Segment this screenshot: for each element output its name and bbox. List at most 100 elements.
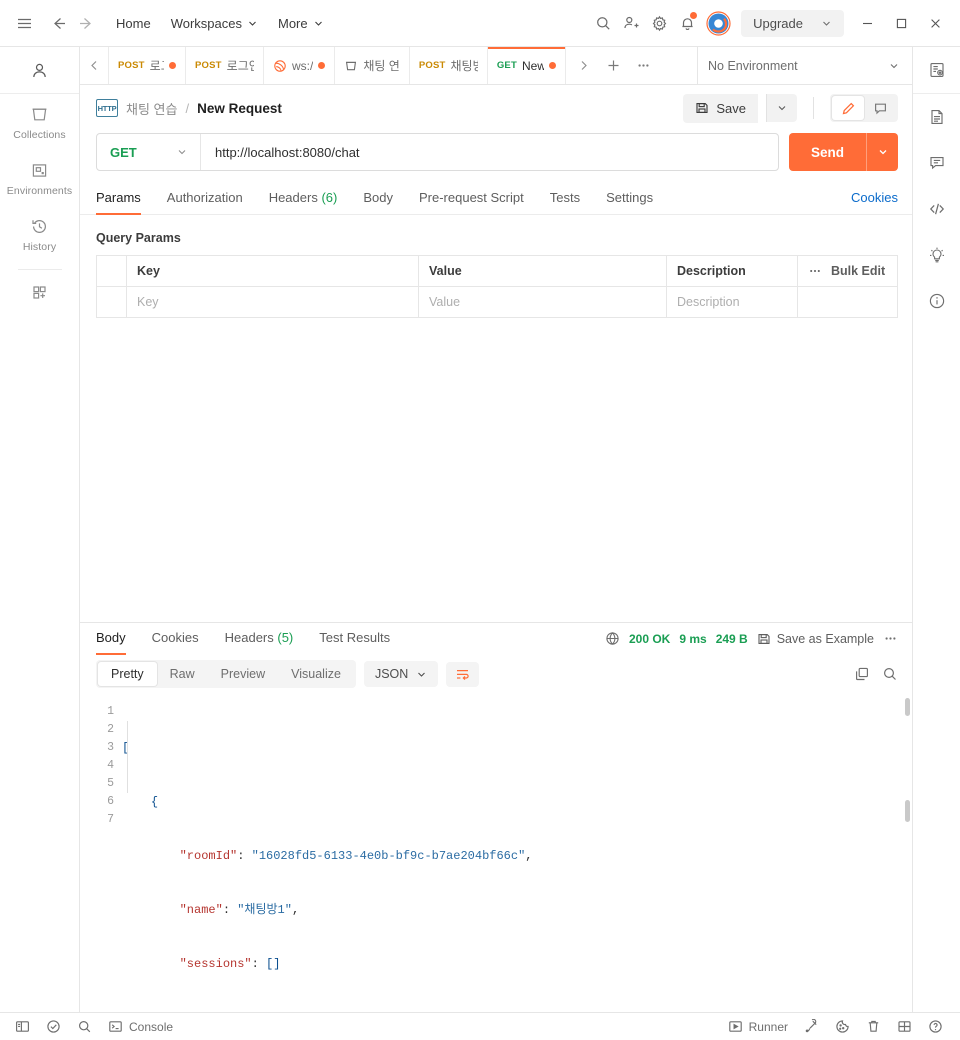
column-value: Value — [418, 255, 667, 287]
save-button[interactable]: Save — [683, 93, 758, 123]
response-tab-cookies[interactable]: Cookies — [139, 623, 212, 654]
save-options-button[interactable] — [766, 94, 797, 122]
open-tabs: POST 로그 POST 로그인 ws: — [108, 47, 566, 84]
apps-add-icon[interactable] — [0, 272, 79, 311]
pencil-icon[interactable] — [832, 96, 864, 120]
view-mode-raw[interactable]: Raw — [157, 662, 208, 686]
chevron-left-icon[interactable] — [80, 47, 108, 84]
bulk-edit-button[interactable]: Bulk Edit — [831, 264, 885, 278]
layout-icon[interactable] — [890, 1016, 919, 1037]
close-icon[interactable] — [918, 8, 952, 38]
runner-label: Runner — [748, 1019, 788, 1034]
globe-icon[interactable] — [605, 631, 620, 646]
search-icon[interactable] — [882, 666, 898, 682]
select-all-cell[interactable] — [96, 255, 127, 287]
sidebar-item-collections[interactable]: Collections — [0, 94, 79, 150]
view-mode-preview[interactable]: Preview — [208, 662, 278, 686]
tab-tests[interactable]: Tests — [537, 183, 593, 214]
tab-body[interactable]: Body — [350, 183, 406, 214]
trash-icon[interactable] — [859, 1016, 888, 1037]
cookies-link[interactable]: Cookies — [851, 190, 898, 207]
tab-5[interactable]: GET New — [487, 47, 566, 84]
tab-params[interactable]: Params — [96, 183, 154, 215]
tab-body-label: Body — [363, 190, 393, 205]
arrow-left-icon[interactable] — [44, 9, 72, 37]
tab-params-label: Params — [96, 190, 141, 205]
response-body-viewer[interactable]: 1 2 3 4 5 6 7 [ { "roomId": "16028fd5-61… — [80, 694, 912, 1012]
sidebar-item-history[interactable]: History — [0, 206, 79, 262]
minimize-icon[interactable] — [850, 8, 884, 38]
row-description-input[interactable]: Description — [666, 286, 798, 318]
tab-2[interactable]: ws:/ — [264, 47, 336, 84]
tab-4[interactable]: POST 채팅방 — [410, 47, 488, 84]
overview-icon[interactable] — [913, 47, 960, 94]
console-button[interactable]: Console — [101, 1016, 180, 1037]
postman-avatar-icon[interactable] — [705, 10, 731, 36]
tab-authorization[interactable]: Authorization — [154, 183, 256, 214]
cookie-icon[interactable] — [828, 1016, 857, 1037]
tab-3[interactable]: 채팅 연 — [335, 47, 410, 84]
tab-0[interactable]: POST 로그 — [108, 47, 186, 84]
response-tab-test-results-label: Test Results — [319, 630, 391, 645]
nav-more[interactable]: More — [268, 11, 334, 36]
view-mode-pretty[interactable]: Pretty — [98, 662, 157, 686]
maximize-icon[interactable] — [884, 8, 918, 38]
person-add-icon[interactable] — [617, 9, 645, 37]
chevron-right-icon[interactable] — [570, 59, 598, 72]
response-tab-test-results[interactable]: Test Results — [306, 623, 403, 654]
row-value-input[interactable]: Value — [418, 286, 667, 318]
hamburger-icon[interactable] — [10, 9, 38, 37]
upgrade-button[interactable]: Upgrade — [741, 9, 844, 37]
environment-selector[interactable]: No Environment — [697, 47, 912, 84]
sidebar-item-environments[interactable]: Environments — [0, 150, 79, 206]
scrollbar-thumb-bottom[interactable] — [905, 800, 910, 822]
runner-button[interactable]: Runner — [721, 1016, 795, 1037]
profile-icon[interactable] — [0, 47, 79, 94]
tab-more-icon[interactable] — [630, 52, 658, 80]
tab-5-title: New — [521, 58, 544, 73]
nav-home[interactable]: Home — [106, 11, 161, 36]
sidebar-toggle-icon[interactable] — [8, 1016, 37, 1037]
comment-icon[interactable] — [864, 96, 896, 120]
response-tab-headers[interactable]: Headers (5) — [212, 623, 307, 654]
help-icon[interactable] — [921, 1016, 950, 1037]
gear-icon[interactable] — [645, 9, 673, 37]
tab-headers[interactable]: Headers (6) — [256, 183, 351, 214]
satellite-icon[interactable] — [797, 1016, 826, 1037]
send-options-button[interactable] — [866, 133, 898, 171]
ellipsis-icon[interactable] — [808, 264, 822, 278]
check-circle-icon[interactable] — [39, 1016, 68, 1037]
new-tab-button[interactable] — [600, 52, 628, 80]
code-line: { — [150, 795, 159, 809]
nav-workspaces[interactable]: Workspaces — [161, 11, 268, 36]
wrap-lines-icon[interactable] — [446, 661, 480, 687]
find-icon[interactable] — [70, 1016, 99, 1037]
scrollbar-thumb-top[interactable] — [905, 698, 910, 716]
copy-icon[interactable] — [854, 666, 870, 682]
tab-pre-request-script[interactable]: Pre-request Script — [406, 183, 537, 214]
documentation-icon[interactable] — [913, 94, 960, 140]
send-button[interactable]: Send — [788, 133, 866, 171]
search-icon[interactable] — [589, 9, 617, 37]
tab-settings[interactable]: Settings — [593, 183, 666, 214]
code-snippet-icon[interactable] — [913, 186, 960, 232]
response-format-selector[interactable]: JSON — [363, 661, 439, 687]
ellipsis-icon[interactable] — [883, 631, 898, 646]
response-time: 9 ms — [679, 631, 707, 646]
row-checkbox-cell[interactable] — [96, 286, 127, 318]
row-key-input[interactable]: Key — [126, 286, 419, 318]
header-divider — [813, 97, 814, 119]
comments-icon[interactable] — [913, 140, 960, 186]
save-as-example-button[interactable]: Save as Example — [757, 632, 874, 646]
response-tab-body[interactable]: Body — [96, 623, 139, 655]
lightbulb-icon[interactable] — [913, 232, 960, 278]
method-selector[interactable]: GET — [97, 134, 201, 170]
info-icon[interactable] — [913, 278, 960, 324]
url-input[interactable] — [201, 134, 778, 170]
breadcrumb-collection[interactable]: 채팅 연습 — [126, 99, 177, 118]
arrow-right-icon[interactable] — [72, 9, 100, 37]
view-mode-visualize[interactable]: Visualize — [278, 662, 354, 686]
tab-1[interactable]: POST 로그인 — [186, 47, 264, 84]
history-icon — [30, 217, 49, 236]
bell-icon[interactable] — [673, 9, 701, 37]
